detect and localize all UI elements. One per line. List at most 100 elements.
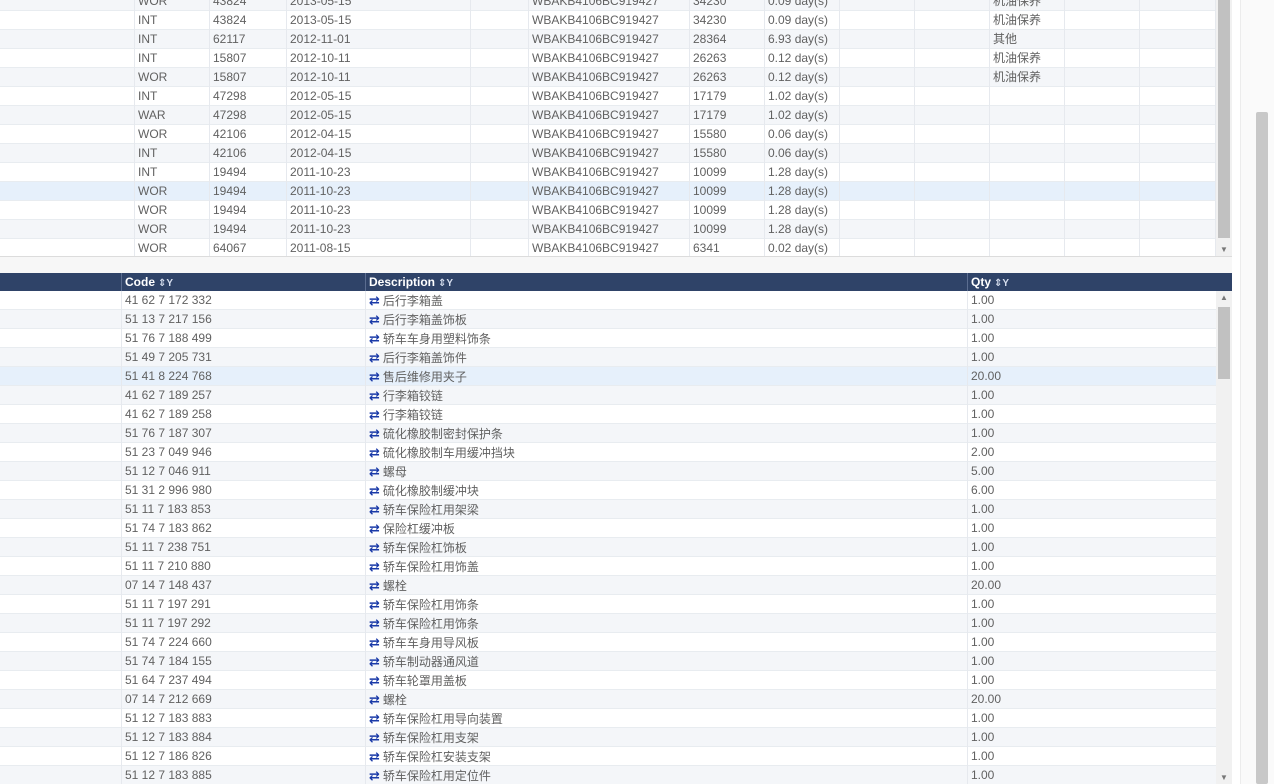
swap-arrows-icon[interactable]: ⇄ — [369, 483, 380, 498]
part-row[interactable]: 51 12 7 183 885 ⇄ 轿车保险杠用定位件 1.00 — [0, 766, 1216, 784]
part-code: 41 62 7 189 257 — [122, 386, 366, 405]
part-row[interactable]: 51 12 7 183 883 ⇄ 轿车保险杠用导向装置 1.00 — [0, 709, 1216, 728]
swap-arrows-icon[interactable]: ⇄ — [369, 407, 380, 422]
part-row[interactable]: 51 11 7 197 291 ⇄ 轿车保险杠用饰条 1.00 — [0, 595, 1216, 614]
swap-arrows-icon[interactable]: ⇄ — [369, 768, 380, 783]
page-scrollbar[interactable] — [1240, 0, 1274, 784]
history-row[interactable]: INT 62117 2012-11-01 WBAKB4106BC919427 28364… — [0, 30, 1216, 49]
history-cell-empty — [915, 201, 990, 220]
part-description: 螺母 — [382, 465, 407, 479]
history-row[interactable]: WOR 19494 2011-10-23 WBAKB4106BC919427 10099… — [0, 201, 1216, 220]
history-cell-remark — [990, 144, 1065, 163]
grid-splitter[interactable] — [0, 256, 1232, 274]
swap-arrows-icon[interactable]: ⇄ — [369, 749, 380, 764]
history-row[interactable]: WOR 42106 2012-04-15 WBAKB4106BC919427 15580… — [0, 125, 1216, 144]
swap-arrows-icon[interactable]: ⇄ — [369, 388, 380, 403]
page-scrollbar-thumb[interactable] — [1256, 112, 1268, 784]
parts-scrollbar-thumb[interactable] — [1218, 307, 1230, 379]
part-row[interactable]: 51 12 7 046 911 ⇄ 螺母 5.00 — [0, 462, 1216, 481]
swap-arrows-icon[interactable]: ⇄ — [369, 350, 380, 365]
swap-arrows-icon[interactable]: ⇄ — [369, 293, 380, 308]
scroll-down-arrow-icon[interactable]: ▼ — [1216, 245, 1232, 254]
scroll-up-arrow-icon[interactable]: ▲ — [1216, 293, 1232, 302]
part-row[interactable]: 51 49 7 205 731 ⇄ 后行李箱盖饰件 1.00 — [0, 348, 1216, 367]
history-cell-empty — [1065, 201, 1140, 220]
swap-arrows-icon[interactable]: ⇄ — [369, 635, 380, 650]
swap-arrows-icon[interactable]: ⇄ — [369, 331, 380, 346]
part-row[interactable]: 51 76 7 187 307 ⇄ 硫化橡胶制密封保护条 1.00 — [0, 424, 1216, 443]
history-cell-vin: WBAKB4106BC919427 — [529, 30, 690, 49]
history-row[interactable]: INT 19494 2011-10-23 WBAKB4106BC919427 10099… — [0, 163, 1216, 182]
history-cell-empty — [1065, 106, 1140, 125]
part-code: 41 62 7 189 258 — [122, 405, 366, 424]
part-description-cell: ⇄ 轿车车身用导风板 — [366, 633, 968, 652]
history-scrollbar-thumb[interactable] — [1218, 0, 1230, 238]
part-row[interactable]: 41 62 7 172 332 ⇄ 后行李箱盖 1.00 — [0, 291, 1216, 310]
part-row[interactable]: 51 76 7 188 499 ⇄ 轿车车身用塑料饰条 1.00 — [0, 329, 1216, 348]
part-row[interactable]: 51 64 7 237 494 ⇄ 轿车轮罩用盖板 1.00 — [0, 671, 1216, 690]
sort-filter-icon[interactable]: ⇕Y — [158, 278, 173, 289]
swap-arrows-icon[interactable]: ⇄ — [369, 692, 380, 707]
swap-arrows-icon[interactable]: ⇄ — [369, 426, 380, 441]
swap-arrows-icon[interactable]: ⇄ — [369, 730, 380, 745]
part-row[interactable]: 51 13 7 217 156 ⇄ 后行李箱盖饰板 1.00 — [0, 310, 1216, 329]
history-cell-mileage: 10099 — [690, 182, 765, 201]
part-row[interactable]: 51 11 7 238 751 ⇄ 轿车保险杠饰板 1.00 — [0, 538, 1216, 557]
part-row[interactable]: 51 31 2 996 980 ⇄ 硫化橡胶制缓冲块 6.00 — [0, 481, 1216, 500]
part-code: 51 74 7 183 862 — [122, 519, 366, 538]
part-row[interactable]: 07 14 7 148 437 ⇄ 螺栓 20.00 — [0, 576, 1216, 595]
history-row[interactable]: INT 42106 2012-04-15 WBAKB4106BC919427 15580… — [0, 144, 1216, 163]
column-header-qty[interactable]: Qty ⇕Y — [968, 273, 1216, 291]
history-row[interactable]: WAR 47298 2012-05-15 WBAKB4106BC919427 17179… — [0, 106, 1216, 125]
part-row[interactable]: 51 74 7 224 660 ⇄ 轿车车身用导风板 1.00 — [0, 633, 1216, 652]
part-row[interactable]: 41 62 7 189 258 ⇄ 行李箱铰链 1.00 — [0, 405, 1216, 424]
sort-filter-icon[interactable]: ⇕Y — [994, 278, 1009, 289]
part-row[interactable]: 07 14 7 212 669 ⇄ 螺栓 20.00 — [0, 690, 1216, 709]
history-row[interactable]: WOR 19494 2011-10-23 WBAKB4106BC919427 10099… — [0, 220, 1216, 239]
history-row[interactable]: INT 47298 2012-05-15 WBAKB4106BC919427 17179… — [0, 87, 1216, 106]
part-row[interactable]: 51 11 7 183 853 ⇄ 轿车保险杠用架梁 1.00 — [0, 500, 1216, 519]
part-row[interactable]: 51 11 7 210 880 ⇄ 轿车保险杠用饰盖 1.00 — [0, 557, 1216, 576]
part-qty: 1.00 — [971, 312, 995, 326]
history-row[interactable]: WOR 64067 2011-08-15 WBAKB4106BC919427 6341 0… — [0, 239, 1216, 256]
part-code: 51 23 7 049 946 — [122, 443, 366, 462]
part-row[interactable]: 51 12 7 186 826 ⇄ 轿车保险杠安装支架 1.00 — [0, 747, 1216, 766]
part-row[interactable]: 51 23 7 049 946 ⇄ 硫化橡胶制车用缓冲挡块 2.00 — [0, 443, 1216, 462]
column-header-description[interactable]: Description ⇕Y — [366, 273, 968, 291]
swap-arrows-icon[interactable]: ⇄ — [369, 616, 380, 631]
history-row[interactable]: INT 15807 2012-10-11 WBAKB4106BC919427 26263… — [0, 49, 1216, 68]
history-cell-empty — [915, 49, 990, 68]
part-row[interactable]: 51 74 7 184 155 ⇄ 轿车制动器通风道 1.00 — [0, 652, 1216, 671]
swap-arrows-icon[interactable]: ⇄ — [369, 464, 380, 479]
part-row[interactable]: 41 62 7 189 257 ⇄ 行李箱铰链 1.00 — [0, 386, 1216, 405]
swap-arrows-icon[interactable]: ⇄ — [369, 559, 380, 574]
swap-arrows-icon[interactable]: ⇄ — [369, 521, 380, 536]
scroll-down-arrow-icon[interactable]: ▼ — [1216, 773, 1232, 782]
history-cell-date: 2013-05-15 — [287, 11, 471, 30]
history-row[interactable]: WOR 43824 2013-05-15 WBAKB4106BC919427 34230… — [0, 0, 1216, 11]
history-row[interactable]: INT 43824 2013-05-15 WBAKB4106BC919427 34230… — [0, 11, 1216, 30]
history-row[interactable]: WOR 19494 2011-10-23 WBAKB4106BC919427 10099… — [0, 182, 1216, 201]
swap-arrows-icon[interactable]: ⇄ — [369, 312, 380, 327]
part-row[interactable]: 51 12 7 183 884 ⇄ 轿车保险杠用支架 1.00 — [0, 728, 1216, 747]
history-row[interactable]: WOR 15807 2012-10-11 WBAKB4106BC919427 26263… — [0, 68, 1216, 87]
swap-arrows-icon[interactable]: ⇄ — [369, 711, 380, 726]
sort-filter-icon[interactable]: ⇕Y — [438, 278, 453, 289]
parts-scrollbar[interactable]: ▲ ▼ — [1216, 291, 1232, 784]
part-row[interactable]: 51 74 7 183 862 ⇄ 保险杠缓冲板 1.00 — [0, 519, 1216, 538]
swap-arrows-icon[interactable]: ⇄ — [369, 540, 380, 555]
history-cell-empty — [1065, 49, 1140, 68]
swap-arrows-icon[interactable]: ⇄ — [369, 654, 380, 669]
swap-arrows-icon[interactable]: ⇄ — [369, 369, 380, 384]
column-header-code[interactable]: Code ⇕Y — [122, 273, 366, 291]
swap-arrows-icon[interactable]: ⇄ — [369, 673, 380, 688]
history-cell-empty — [1140, 220, 1216, 239]
part-row[interactable]: 51 41 8 224 768 ⇄ 售后维修用夹子 20.00 — [0, 367, 1216, 386]
swap-arrows-icon[interactable]: ⇄ — [369, 502, 380, 517]
swap-arrows-icon[interactable]: ⇄ — [369, 597, 380, 612]
swap-arrows-icon[interactable]: ⇄ — [369, 445, 380, 460]
part-row[interactable]: 51 11 7 197 292 ⇄ 轿车保险杠用饰条 1.00 — [0, 614, 1216, 633]
part-code: 51 11 7 183 853 — [122, 500, 366, 519]
swap-arrows-icon[interactable]: ⇄ — [369, 578, 380, 593]
history-scrollbar[interactable]: ▼ — [1216, 0, 1232, 256]
